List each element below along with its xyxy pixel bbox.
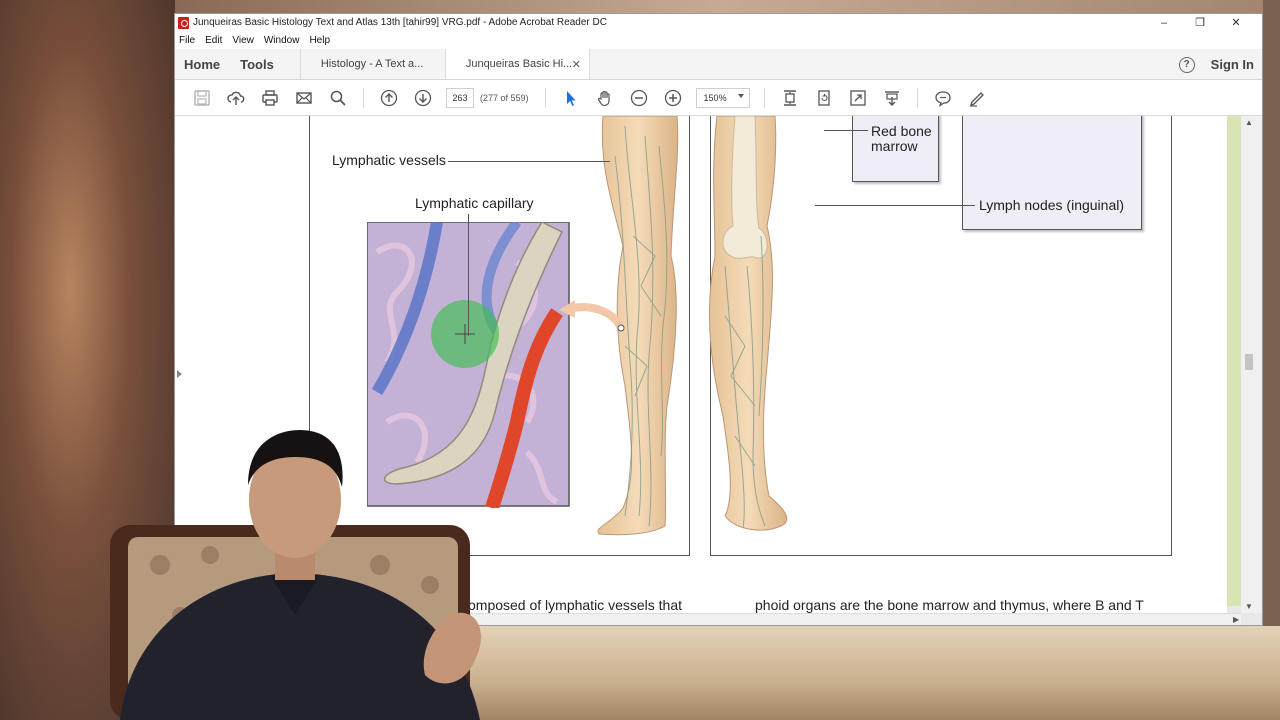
body-text-right-column: phoid organs are the bone marrow and thy…: [755, 597, 1144, 613]
label-lymphatic-capillary: Lymphatic capillary: [415, 195, 534, 211]
menu-view[interactable]: View: [232, 35, 254, 46]
zoom-in-icon[interactable]: [663, 88, 683, 108]
label-lymphatic-vessels: Lymphatic vessels: [332, 152, 446, 168]
fit-page-icon[interactable]: [848, 88, 868, 108]
tab-document-label: Junqueiras Basic Hi...: [465, 58, 573, 70]
window-title: Junqueiras Basic Histology Text and Atla…: [193, 17, 607, 28]
vertical-scrollbar[interactable]: ▲ ▼: [1241, 116, 1262, 613]
menu-window[interactable]: Window: [264, 35, 300, 46]
menu-bar: File Edit View Window Help: [175, 31, 1262, 49]
leader-line: [448, 161, 610, 162]
page-count-label: (277 of 559): [480, 92, 529, 103]
presenter-video-overlay: [110, 430, 481, 720]
scroll-right-icon[interactable]: ▶: [1233, 615, 1239, 624]
left-pane-toggle-icon[interactable]: [177, 370, 182, 378]
select-cursor-icon[interactable]: [561, 88, 581, 108]
tab-bar-right: ? Sign In: [1178, 49, 1254, 80]
hand-tool-icon[interactable]: [595, 88, 615, 108]
tab-tools[interactable]: Tools: [230, 49, 300, 79]
cloud-upload-icon[interactable]: [226, 88, 246, 108]
acrobat-app-icon: [178, 16, 189, 29]
previous-page-icon[interactable]: [379, 88, 399, 108]
tab-bar: Home Tools Histology - A Text a... Junqu…: [175, 49, 1262, 80]
zoom-out-icon[interactable]: [629, 88, 649, 108]
tab-document-label: Histology - A Text a...: [320, 58, 424, 70]
close-window-button[interactable]: ✕: [1218, 16, 1254, 29]
callout-arrow: [559, 300, 625, 332]
next-page-icon[interactable]: [413, 88, 433, 108]
toolbar-separator: [916, 87, 918, 108]
download-icon[interactable]: [882, 88, 902, 108]
email-icon[interactable]: [294, 88, 314, 108]
leader-line: [468, 214, 469, 336]
toolbar: 263 (277 of 559) 150%: [175, 80, 1262, 116]
leader-line: [815, 205, 975, 206]
label-red-bone-marrow: Red bone marrow: [871, 123, 932, 154]
page-number-input[interactable]: 263: [446, 87, 474, 108]
minimize-button[interactable]: –: [1146, 17, 1182, 29]
scroll-indicator-strip: [1227, 116, 1241, 606]
menu-help[interactable]: Help: [309, 35, 330, 46]
help-icon[interactable]: ?: [1178, 56, 1195, 73]
close-tab-icon[interactable]: ✕: [572, 58, 581, 71]
tab-document-histology[interactable]: Histology - A Text a...: [299, 49, 445, 79]
window-controls: – ❐ ✕: [1146, 14, 1254, 31]
save-icon[interactable]: [192, 88, 212, 108]
title-bar: Junqueiras Basic Histology Text and Atla…: [175, 14, 1262, 31]
menu-file[interactable]: File: [179, 35, 195, 46]
print-icon[interactable]: [260, 88, 280, 108]
pen-highlight-icon[interactable]: [967, 88, 987, 108]
zoom-dropdown[interactable]: 150%: [695, 87, 750, 108]
sign-in-button[interactable]: Sign In: [1211, 57, 1254, 72]
scroll-thumb[interactable]: [1245, 354, 1253, 370]
search-icon[interactable]: [328, 88, 348, 108]
scroll-up-icon[interactable]: ▲: [1245, 118, 1253, 127]
scroll-down-icon[interactable]: ▼: [1245, 602, 1253, 611]
toolbar-separator: [544, 87, 546, 108]
tab-document-junqueiras[interactable]: Junqueiras Basic Hi... ✕: [444, 49, 590, 79]
background-right: [1263, 0, 1280, 720]
scrolling-mode-icon[interactable]: [780, 88, 800, 108]
background-top: [175, 0, 1263, 13]
rotate-page-icon[interactable]: [814, 88, 834, 108]
chevron-down-icon: [737, 93, 744, 98]
zoom-value: 150%: [703, 92, 727, 103]
menu-edit[interactable]: Edit: [205, 35, 222, 46]
toolbar-separator: [763, 87, 765, 108]
restore-button[interactable]: ❐: [1182, 16, 1218, 29]
toolbar-separator: [363, 87, 364, 108]
tab-home[interactable]: Home: [175, 49, 230, 79]
leader-line: [824, 130, 868, 131]
comment-icon[interactable]: [933, 88, 953, 108]
label-lymph-nodes: Lymph nodes (inguinal): [979, 197, 1125, 213]
